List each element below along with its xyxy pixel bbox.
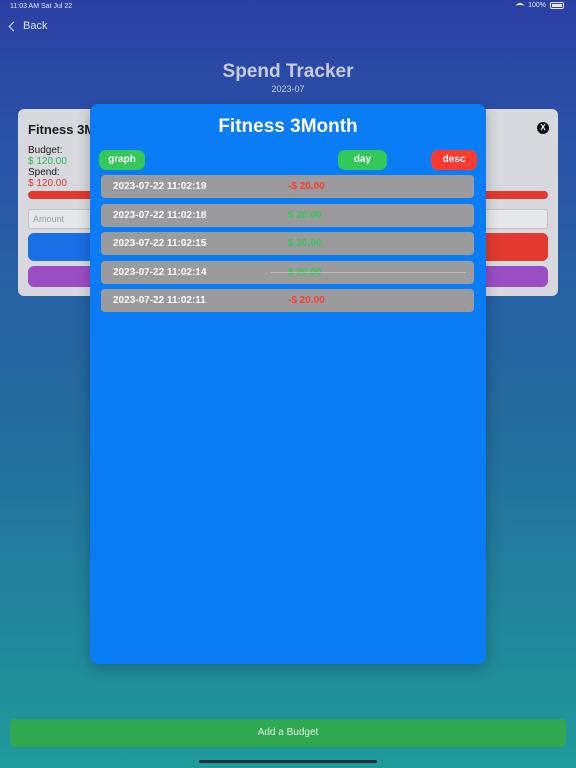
add-budget-button[interactable]: Add a Budget [10, 719, 566, 747]
delete-button[interactable] [478, 233, 548, 261]
budget-card-title: Fitness 3Month [28, 122, 98, 137]
modal-title: Fitness 3Month [218, 116, 358, 137]
transaction-timestamp: 2023-07-22 11:02:19 [113, 181, 207, 192]
battery-percent: 100% [528, 2, 546, 9]
spend-value: $ 120.00 [28, 178, 67, 189]
budget-label: Budget: [28, 145, 63, 156]
transaction-row[interactable]: 2023-07-22 11:02:11 -$ 20.00 [101, 289, 474, 312]
transaction-row[interactable]: 2023-07-22 11:02:14 $ 20.00 [101, 260, 474, 284]
spend-label: Spend: [28, 167, 60, 178]
transaction-timestamp: 2023-07-22 11:02:11 [113, 295, 206, 306]
transaction-amount: $ 20.00 [288, 209, 322, 221]
transaction-timestamp: 2023-07-22 11:02:14 [113, 266, 207, 278]
transaction-amount: $ 20.00 [288, 238, 322, 249]
back-button[interactable]: Back [8, 20, 48, 32]
wifi-icon [516, 2, 525, 9]
battery-icon [550, 2, 564, 9]
row-divider [271, 271, 466, 273]
page-title: Spend Tracker [222, 61, 354, 82]
transaction-row[interactable]: 2023-07-22 11:02:19 -$ 20.00 [101, 175, 474, 198]
home-indicator [199, 760, 377, 763]
day-button[interactable]: day [338, 150, 387, 170]
transaction-row[interactable]: 2023-07-22 11:02:18 $ 20.00 [101, 203, 474, 227]
transactions-modal: Fitness 3Month graph day desc 2023-07-22… [90, 104, 486, 664]
page-subtitle: 2023-07 [271, 84, 305, 94]
transaction-amount: -$ 20.00 [288, 181, 325, 192]
transaction-row[interactable]: 2023-07-22 11:02:15 $ 20.00 [101, 232, 474, 255]
desc-button[interactable]: desc [431, 150, 477, 170]
chevron-left-icon [8, 21, 19, 32]
transaction-timestamp: 2023-07-22 11:02:18 [113, 209, 207, 221]
status-indicators: 100% [516, 2, 564, 9]
transaction-amount: -$ 20.00 [288, 295, 325, 306]
graph-button[interactable]: graph [99, 150, 145, 170]
status-bar: 11:03 AM Sat Jul 22 100% [0, 0, 576, 14]
transaction-timestamp: 2023-07-22 11:02:15 [113, 238, 207, 249]
status-time-date: 11:03 AM Sat Jul 22 [10, 3, 73, 10]
close-icon[interactable]: X [537, 122, 549, 134]
budget-value: $ 120.00 [28, 156, 67, 167]
back-label: Back [23, 20, 48, 32]
transaction-list: 2023-07-22 11:02:19 -$ 20.00 2023-07-22 … [101, 175, 474, 318]
